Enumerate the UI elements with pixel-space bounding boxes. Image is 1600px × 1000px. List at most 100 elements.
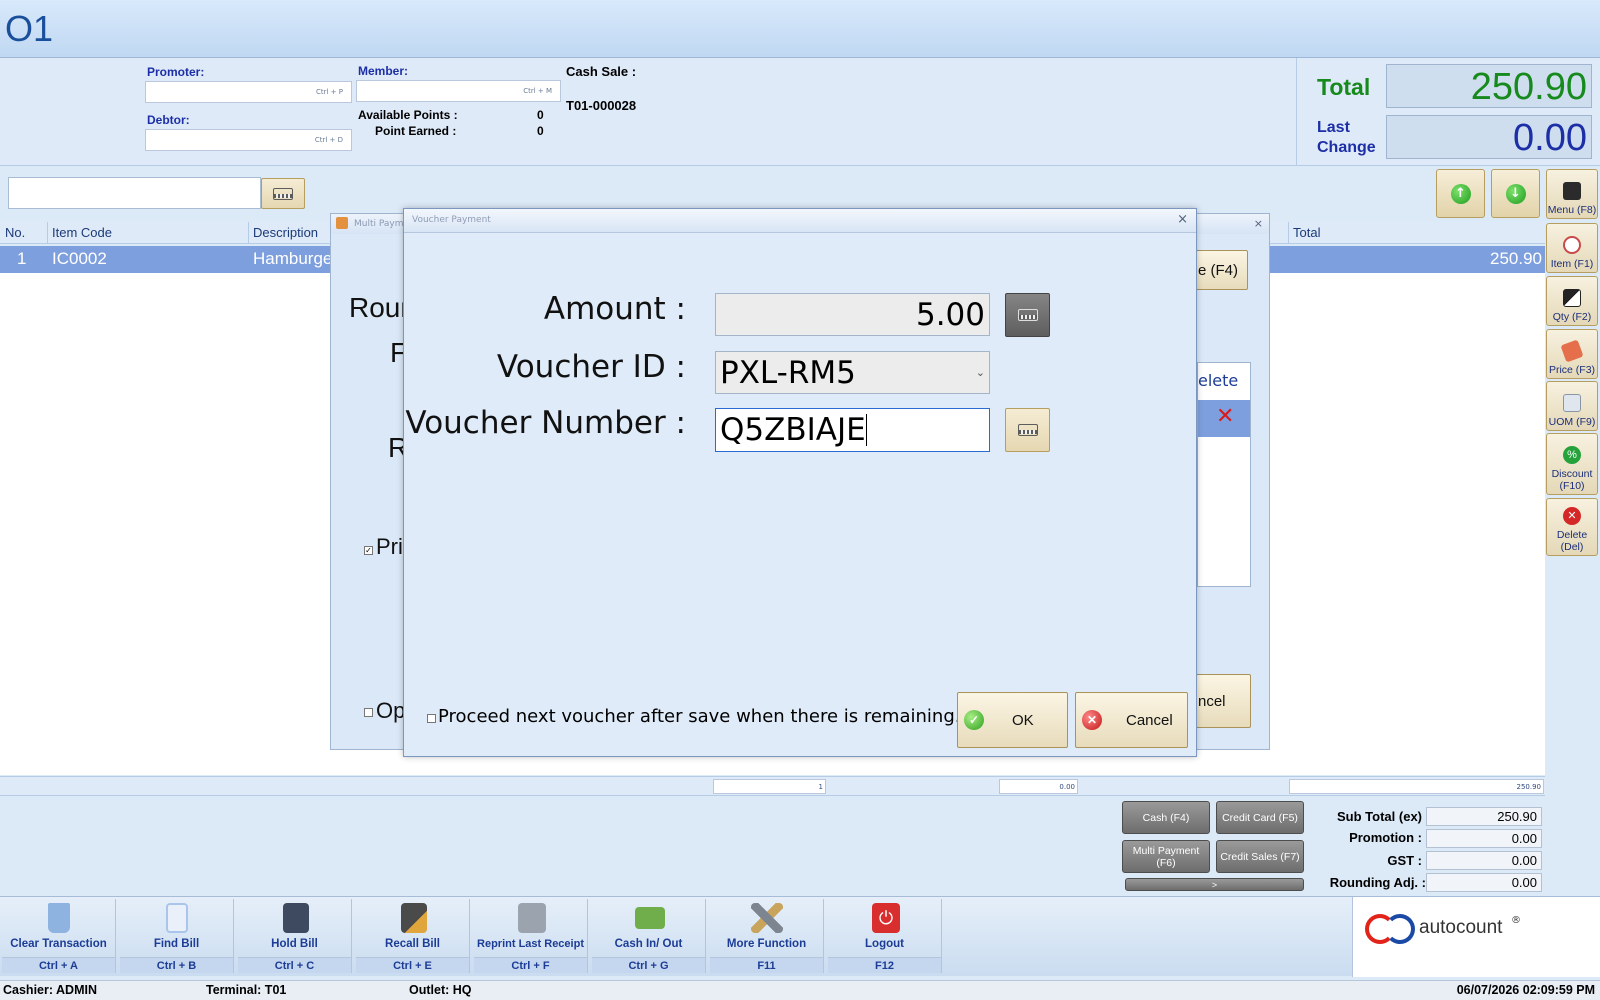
summary-qty: 1 bbox=[713, 779, 826, 794]
ok-button[interactable]: ✓ OK bbox=[957, 692, 1068, 748]
cash-icon bbox=[635, 907, 665, 929]
cancel-button[interactable]: ✕ Cancel bbox=[1075, 692, 1188, 748]
menu-button[interactable]: Menu (F8) bbox=[1546, 169, 1598, 219]
amount-keyboard-button[interactable] bbox=[1005, 293, 1050, 337]
title-bar: O1 bbox=[0, 0, 1600, 58]
change-label: Change bbox=[1317, 139, 1376, 156]
hold-bill-button[interactable]: Hold Bill Ctrl + C bbox=[238, 899, 352, 973]
status-datetime: 06/07/2026 02:09:59 PM bbox=[1456, 983, 1595, 997]
text-cursor bbox=[865, 414, 867, 446]
logo-box: autocount ® bbox=[1352, 897, 1600, 977]
gst-label: GST : bbox=[1387, 853, 1422, 868]
open-checkbox[interactable] bbox=[364, 708, 373, 717]
voucher-number-label: Voucher Number : bbox=[405, 405, 686, 441]
chevron-down-icon: ⌄ bbox=[975, 366, 985, 379]
clear-transaction-button[interactable]: Clear Transaction Ctrl + A bbox=[2, 899, 116, 973]
payment-row[interactable]: ✕ bbox=[1198, 400, 1250, 437]
reprint-last-receipt-button[interactable]: Reprint Last Receipt Ctrl + F bbox=[474, 899, 588, 973]
cancel-x-icon: ✕ bbox=[1082, 710, 1102, 730]
multi-payment-cancel-button[interactable]: ncel bbox=[1191, 674, 1251, 728]
arrow-up-icon: ↑ bbox=[1450, 183, 1471, 204]
print-checkbox[interactable]: ✓ bbox=[364, 546, 373, 555]
cash-in-out-button[interactable]: Cash In/ Out Ctrl + G bbox=[592, 899, 706, 973]
row-description: Hamburger bbox=[253, 249, 339, 268]
rounding-value: 0.00 bbox=[1426, 873, 1542, 892]
payment-list: elete ✕ bbox=[1197, 362, 1251, 587]
open-text: Op bbox=[376, 698, 406, 723]
header-total: Total bbox=[1293, 225, 1321, 240]
logout-button[interactable]: ⏻ Logout F12 bbox=[828, 899, 942, 973]
voucher-id-select[interactable]: PXL-RM5 ⌄ bbox=[715, 351, 990, 394]
delete-icon: ✕ bbox=[1563, 507, 1581, 525]
magnifier-icon bbox=[1563, 236, 1581, 254]
voucher-number-input[interactable]: Q5ZBIAJE bbox=[715, 408, 990, 452]
delete-header: elete bbox=[1198, 371, 1239, 390]
search-keyboard-button[interactable] bbox=[261, 178, 305, 209]
price-button[interactable]: Price (F3) bbox=[1546, 329, 1598, 379]
point-earned-label: Point Earned : bbox=[375, 124, 457, 138]
keyboard-icon bbox=[1017, 309, 1038, 321]
header-no: No. bbox=[5, 225, 26, 240]
cash-f4-button[interactable]: e (F4) bbox=[1191, 250, 1248, 290]
summary-row: 1 0.00 250.90 bbox=[0, 776, 1545, 796]
more-payment-button[interactable]: > bbox=[1125, 878, 1304, 891]
rounding-label: Rounding Adj. : bbox=[1329, 875, 1426, 890]
close-icon[interactable]: × bbox=[1177, 212, 1188, 227]
member-field[interactable]: Ctrl + M bbox=[356, 80, 561, 102]
proceed-next-text: Proceed next voucher after save when the… bbox=[438, 706, 961, 727]
keyboard-icon bbox=[273, 187, 293, 200]
uom-button[interactable]: UOM (F9) bbox=[1546, 381, 1598, 431]
divider bbox=[1296, 58, 1297, 166]
voucher-number-value: Q5ZBIAJE bbox=[720, 412, 866, 448]
qty-button[interactable]: Qty (F2) bbox=[1546, 276, 1598, 326]
logo-text: autocount bbox=[1419, 917, 1503, 938]
credit-sales-button[interactable]: Credit Sales (F7) bbox=[1216, 840, 1304, 873]
status-outlet: Outlet: HQ bbox=[409, 983, 472, 997]
power-icon: ⏻ bbox=[872, 903, 900, 933]
delete-button[interactable]: ✕ Delete (Del) bbox=[1546, 498, 1598, 556]
delete-x-icon[interactable]: ✕ bbox=[1216, 404, 1234, 429]
amount-field[interactable]: 5.00 bbox=[715, 293, 990, 336]
close-icon[interactable]: × bbox=[1254, 217, 1263, 230]
arrow-down-icon: ↓ bbox=[1505, 183, 1526, 204]
print-text: Pri bbox=[376, 534, 403, 559]
credit-card-button[interactable]: Credit Card (F5) bbox=[1216, 801, 1304, 834]
promoter-field[interactable]: Ctrl + P bbox=[145, 81, 352, 103]
recall-bill-button[interactable]: Recall Bill Ctrl + E bbox=[356, 899, 470, 973]
recall-icon bbox=[401, 903, 427, 933]
item-search-input[interactable] bbox=[8, 177, 261, 209]
last-label: Last bbox=[1317, 119, 1350, 136]
total-label: Total bbox=[1317, 74, 1371, 100]
status-cashier: Cashier: ADMIN bbox=[3, 983, 97, 997]
row-item-code: IC0002 bbox=[52, 249, 107, 268]
change-value: 0.00 bbox=[1386, 115, 1592, 159]
logo-icon bbox=[1385, 914, 1415, 944]
proceed-next-checkbox[interactable] bbox=[427, 714, 436, 723]
debtor-field[interactable]: Ctrl + D bbox=[145, 129, 352, 151]
cash-sale-label: Cash Sale : bbox=[566, 64, 637, 79]
document-number: T01-000028 bbox=[566, 98, 637, 113]
header-description: Description bbox=[253, 225, 319, 240]
voucher-number-keyboard-button[interactable] bbox=[1005, 408, 1050, 452]
item-button[interactable]: Item (F1) bbox=[1546, 223, 1598, 273]
scroll-up-button[interactable]: ↑ bbox=[1436, 169, 1485, 218]
qty-icon bbox=[1563, 289, 1581, 307]
keyboard-icon bbox=[1017, 424, 1038, 436]
check-icon: ✓ bbox=[964, 710, 984, 730]
cash-button[interactable]: Cash (F4) bbox=[1122, 801, 1210, 834]
find-bill-button[interactable]: Find Bill Ctrl + B bbox=[120, 899, 234, 973]
voucher-id-value: PXL-RM5 bbox=[720, 354, 856, 391]
app-title: O1 bbox=[5, 8, 54, 49]
available-points-value: 0 bbox=[537, 108, 544, 122]
amount-label: Amount : bbox=[543, 291, 686, 327]
promotion-value: 0.00 bbox=[1426, 829, 1542, 848]
available-points-label: Available Points : bbox=[358, 108, 458, 122]
discount-icon: % bbox=[1563, 446, 1581, 464]
discount-button[interactable]: % Discount (F10) bbox=[1546, 433, 1598, 495]
voucher-payment-dialog: Voucher Payment × Amount : 5.00 Voucher … bbox=[403, 208, 1197, 757]
multi-payment-button[interactable]: Multi Payment (F6) bbox=[1122, 840, 1210, 873]
scroll-down-button[interactable]: ↓ bbox=[1491, 169, 1540, 218]
promoter-label: Promoter: bbox=[147, 65, 205, 79]
more-function-button[interactable]: More Function F11 bbox=[710, 899, 824, 973]
voucher-payment-title: Voucher Payment bbox=[412, 215, 491, 225]
